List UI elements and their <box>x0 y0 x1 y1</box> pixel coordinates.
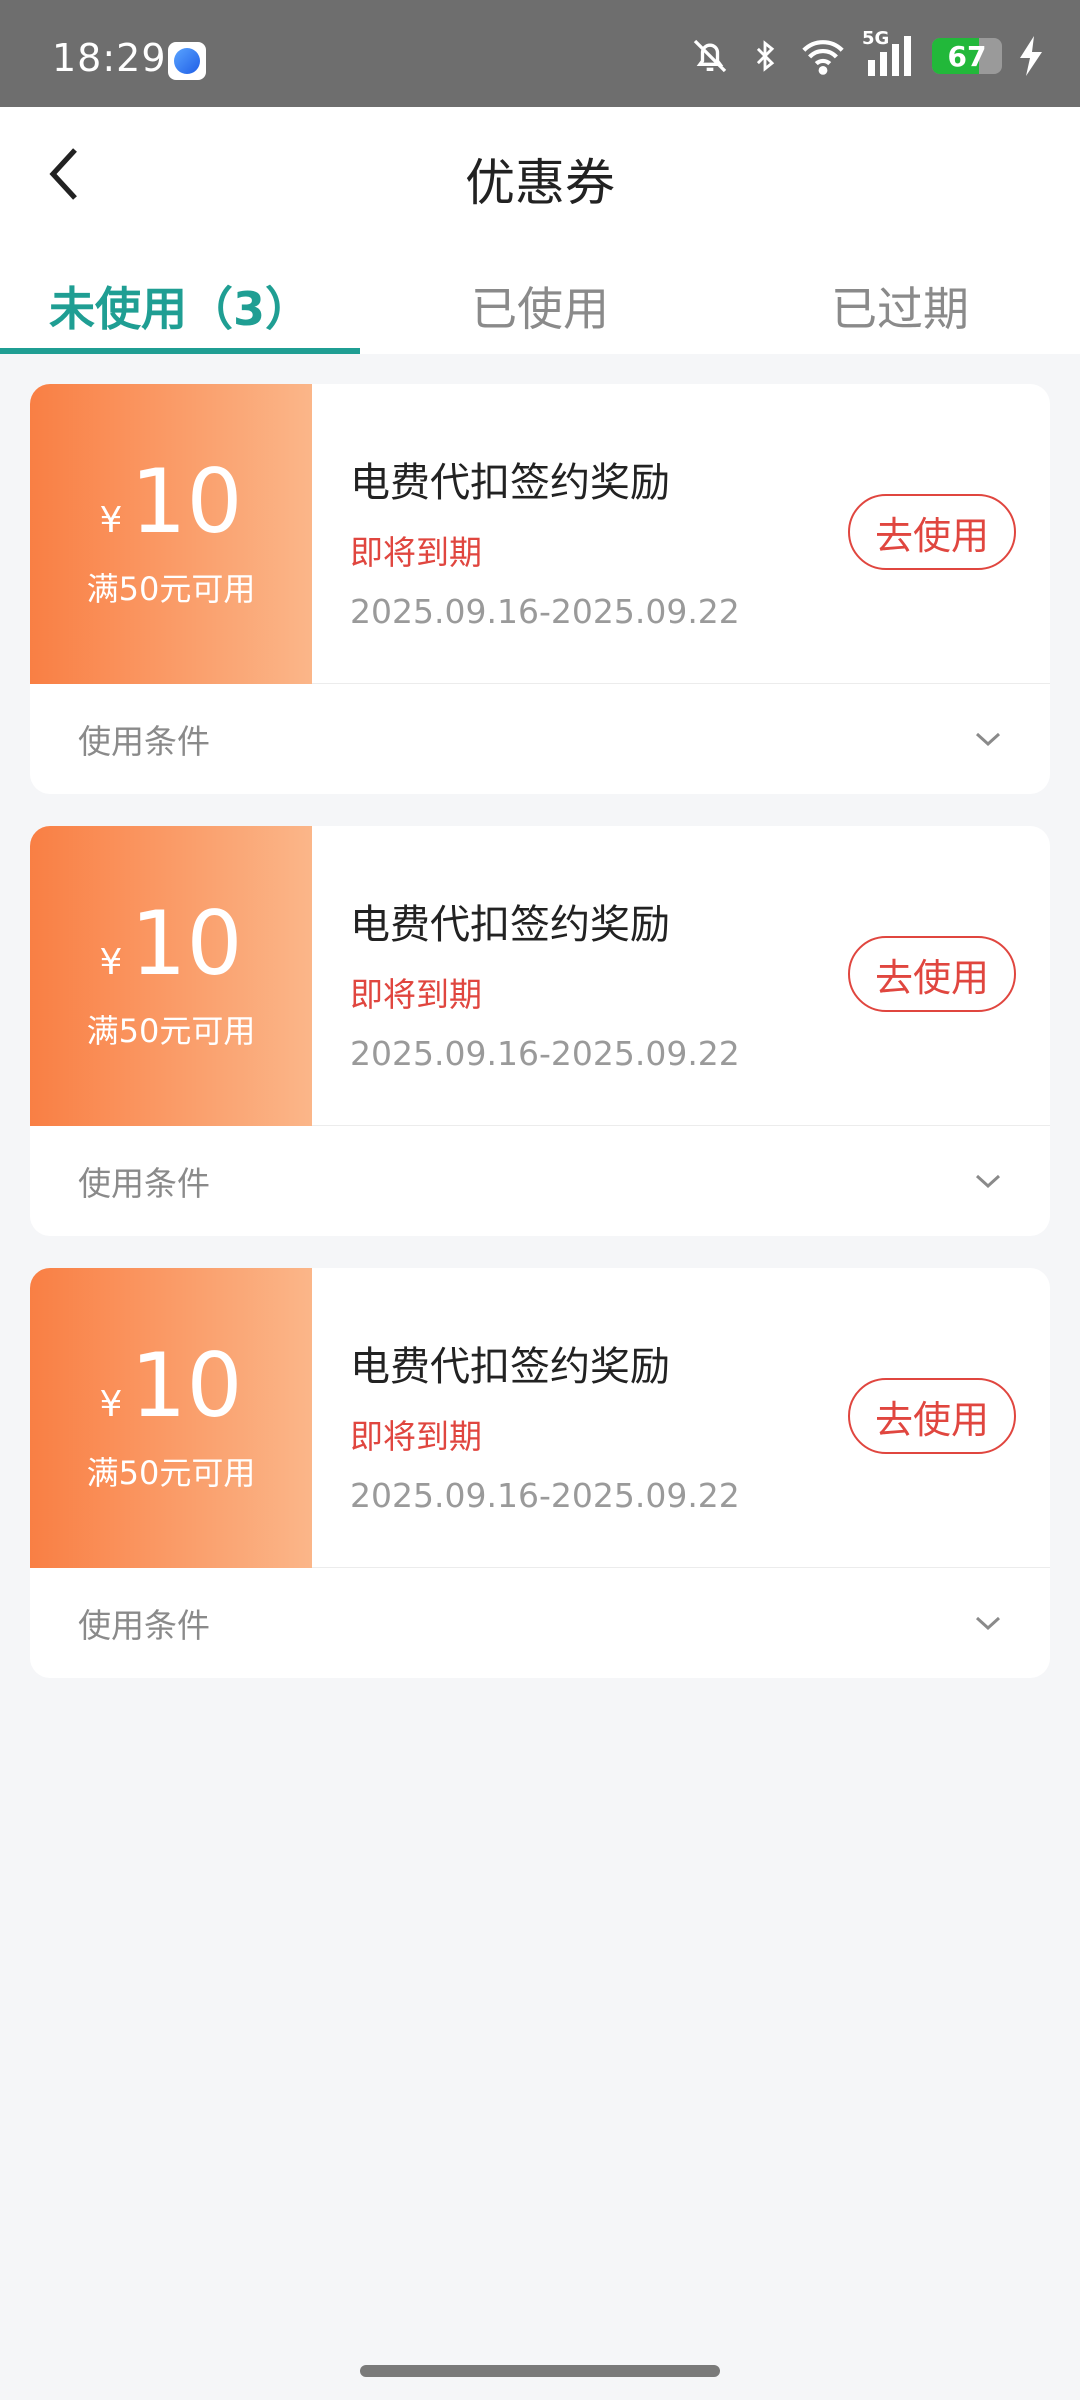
battery-icon: 67 <box>932 38 1002 74</box>
home-indicator[interactable] <box>360 2365 720 2377</box>
status-time: 18:29 <box>52 36 167 80</box>
usage-conditions-toggle[interactable]: 使用条件 <box>30 684 1050 794</box>
tab-unused[interactable]: 未使用（3） <box>0 237 360 354</box>
tab-bar: 未使用（3） 已使用 已过期 <box>0 237 1080 354</box>
bell-off-icon <box>690 36 730 76</box>
tab-active-indicator <box>0 348 360 354</box>
use-coupon-button[interactable]: 去使用 <box>848 936 1016 1012</box>
coupon-info: 电费代扣签约奖励 即将到期 2025.09.16-2025.09.22 去使用 <box>312 384 1050 683</box>
status-icons: 5G 67 <box>690 28 1044 78</box>
coupon-amount: 10 <box>130 450 243 553</box>
coupon-amount-panel: ¥ 10 满50元可用 <box>30 384 312 684</box>
bluetooth-icon <box>748 36 782 76</box>
coupon-card: ¥ 10 满50元可用 电费代扣签约奖励 即将到期 2025.09.16-202… <box>30 826 1050 1236</box>
currency-symbol: ¥ <box>99 942 123 983</box>
coupon-amount-panel: ¥ 10 满50元可用 <box>30 826 312 1126</box>
coupon-amount-panel: ¥ 10 满50元可用 <box>30 1268 312 1568</box>
coupon-amount: 10 <box>130 1334 243 1437</box>
wifi-icon <box>800 36 846 76</box>
charging-icon <box>1020 36 1044 76</box>
coupon-threshold: 满50元可用 <box>86 1012 256 1050</box>
coupon-amount: 10 <box>130 892 243 995</box>
coupon-threshold: 满50元可用 <box>86 570 256 608</box>
use-coupon-button[interactable]: 去使用 <box>848 1378 1016 1454</box>
coupon-list: ¥ 10 满50元可用 电费代扣签约奖励 即将到期 2025.09.16-202… <box>30 384 1050 1710</box>
app-notification-icon <box>168 42 206 80</box>
network-label: 5G <box>862 28 890 49</box>
coupon-date-range: 2025.09.16-2025.09.22 <box>350 1034 740 1073</box>
usage-conditions-label: 使用条件 <box>78 1606 210 1645</box>
tab-label: 未使用（3） <box>48 282 311 336</box>
coupon-date-range: 2025.09.16-2025.09.22 <box>350 592 740 631</box>
coupon-threshold: 满50元可用 <box>86 1454 256 1492</box>
page-title: 优惠券 <box>465 154 615 212</box>
coupon-card: ¥ 10 满50元可用 电费代扣签约奖励 即将到期 2025.09.16-202… <box>30 384 1050 794</box>
usage-conditions-toggle[interactable]: 使用条件 <box>30 1126 1050 1236</box>
tab-used[interactable]: 已使用 <box>360 237 720 354</box>
currency-symbol: ¥ <box>99 1384 123 1425</box>
tab-label: 已使用 <box>471 282 609 336</box>
currency-symbol: ¥ <box>99 500 123 541</box>
tab-expired[interactable]: 已过期 <box>720 237 1080 354</box>
signal-icon: 5G <box>862 28 914 76</box>
coupon-date-range: 2025.09.16-2025.09.22 <box>350 1476 740 1515</box>
battery-level: 67 <box>947 39 987 73</box>
tab-label: 已过期 <box>831 282 969 336</box>
nav-bar: 优惠券 <box>0 107 1080 237</box>
chevron-down-icon <box>970 1605 1006 1641</box>
coupon-info: 电费代扣签约奖励 即将到期 2025.09.16-2025.09.22 去使用 <box>312 826 1050 1125</box>
status-bar: 18:29 5G 67 <box>0 0 1080 107</box>
coupon-card: ¥ 10 满50元可用 电费代扣签约奖励 即将到期 2025.09.16-202… <box>30 1268 1050 1678</box>
usage-conditions-label: 使用条件 <box>78 1164 210 1203</box>
usage-conditions-label: 使用条件 <box>78 722 210 761</box>
coupon-info: 电费代扣签约奖励 即将到期 2025.09.16-2025.09.22 去使用 <box>312 1268 1050 1567</box>
usage-conditions-toggle[interactable]: 使用条件 <box>30 1568 1050 1678</box>
chevron-down-icon <box>970 721 1006 757</box>
chevron-down-icon <box>970 1163 1006 1199</box>
use-coupon-button[interactable]: 去使用 <box>848 494 1016 570</box>
